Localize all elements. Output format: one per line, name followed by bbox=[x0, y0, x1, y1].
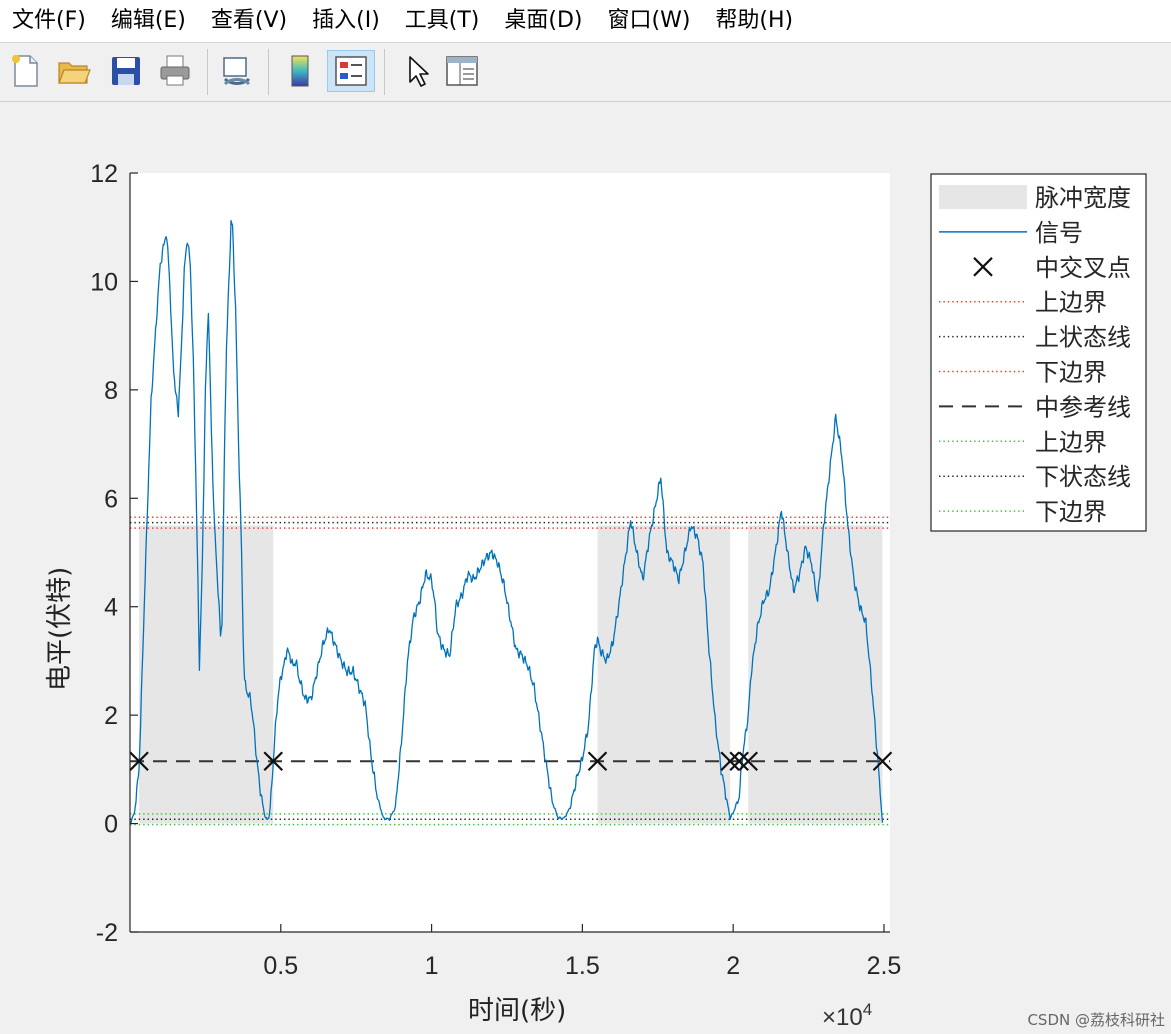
y-tick-label: -2 bbox=[96, 919, 118, 947]
legend-label: 上边界 bbox=[1035, 289, 1107, 317]
toolbar-separator bbox=[207, 49, 208, 95]
colorbar-icon[interactable] bbox=[280, 50, 320, 92]
pulse-width-region bbox=[597, 525, 731, 824]
property-inspector-icon[interactable] bbox=[442, 50, 482, 92]
legend-label: 中参考线 bbox=[1035, 393, 1131, 421]
menu-insert[interactable]: 插入(I) bbox=[300, 1, 393, 41]
print-icon[interactable] bbox=[156, 50, 196, 92]
y-tick-label: 2 bbox=[104, 702, 118, 730]
legend-label: 上状态线 bbox=[1035, 324, 1131, 352]
watermark-text: CSDN @荔枝科研社 bbox=[1027, 1011, 1165, 1029]
toolbar-separator bbox=[268, 49, 269, 95]
legend-icon[interactable] bbox=[327, 50, 375, 92]
pulse-width-region bbox=[139, 525, 274, 824]
toolbar-separator bbox=[384, 49, 385, 95]
link-plot-icon[interactable] bbox=[217, 50, 257, 92]
x-tick-label: 2.5 bbox=[867, 952, 902, 980]
menu-view[interactable]: 查看(V) bbox=[199, 1, 300, 41]
legend: 脉冲宽度信号中交叉点上边界上状态线下边界中参考线上边界下状态线下边界 bbox=[930, 173, 1147, 532]
legend-label: 脉冲宽度 bbox=[1035, 184, 1131, 212]
y-tick-label: 12 bbox=[90, 160, 118, 188]
x-tick-label: 1.5 bbox=[565, 952, 600, 980]
y-tick-label: 6 bbox=[104, 485, 118, 513]
y-tick-label: 4 bbox=[104, 594, 118, 622]
legend-swatch-pulse bbox=[939, 185, 1027, 209]
figure-canvas: -20246810120.5 1 1.5 2 2.5 时间(秒) 电平(伏特) ×104… bbox=[45, 160, 1147, 1031]
x-tick-label: 2 bbox=[726, 952, 740, 980]
x-exponent-power: 4 bbox=[863, 1000, 872, 1019]
legend-label: 下状态线 bbox=[1035, 463, 1131, 491]
y-tick-label: 8 bbox=[104, 377, 118, 405]
x-tick-label: 1 bbox=[425, 952, 439, 980]
pulse-width-region bbox=[748, 525, 883, 824]
menu-desktop[interactable]: 桌面(D) bbox=[492, 1, 595, 41]
menu-tools[interactable]: 工具(T) bbox=[393, 1, 493, 41]
menu-help[interactable]: 帮助(H) bbox=[703, 1, 806, 41]
save-icon[interactable] bbox=[106, 50, 146, 92]
y-axis-label: 电平(伏特) bbox=[45, 567, 75, 691]
x-exponent-base: ×10 bbox=[822, 1004, 863, 1031]
legend-label: 信号 bbox=[1035, 219, 1083, 247]
legend-label: 下边界 bbox=[1035, 498, 1107, 526]
y-tick-label: 10 bbox=[90, 268, 118, 296]
open-folder-icon[interactable] bbox=[54, 50, 94, 92]
toolbar bbox=[0, 43, 1171, 102]
new-file-icon[interactable] bbox=[6, 50, 46, 92]
x-tick-label: 0.5 bbox=[263, 952, 298, 980]
legend-label: 中交叉点 bbox=[1035, 254, 1131, 282]
menu-file[interactable]: 文件(F) bbox=[0, 1, 99, 41]
menu-window[interactable]: 窗口(W) bbox=[596, 1, 704, 41]
x-exponent-label: ×104 bbox=[822, 1000, 872, 1031]
y-tick-label: 0 bbox=[104, 811, 118, 839]
menu-bar: 文件(F) 编辑(E) 查看(V) 插入(I) 工具(T) 桌面(D) 窗口(W… bbox=[0, 0, 1171, 43]
legend-label: 下边界 bbox=[1035, 359, 1107, 387]
legend-label: 上边界 bbox=[1035, 428, 1107, 456]
x-axis-label: 时间(秒) bbox=[468, 996, 566, 1026]
menu-edit[interactable]: 编辑(E) bbox=[99, 1, 199, 41]
pointer-icon[interactable] bbox=[396, 50, 436, 92]
